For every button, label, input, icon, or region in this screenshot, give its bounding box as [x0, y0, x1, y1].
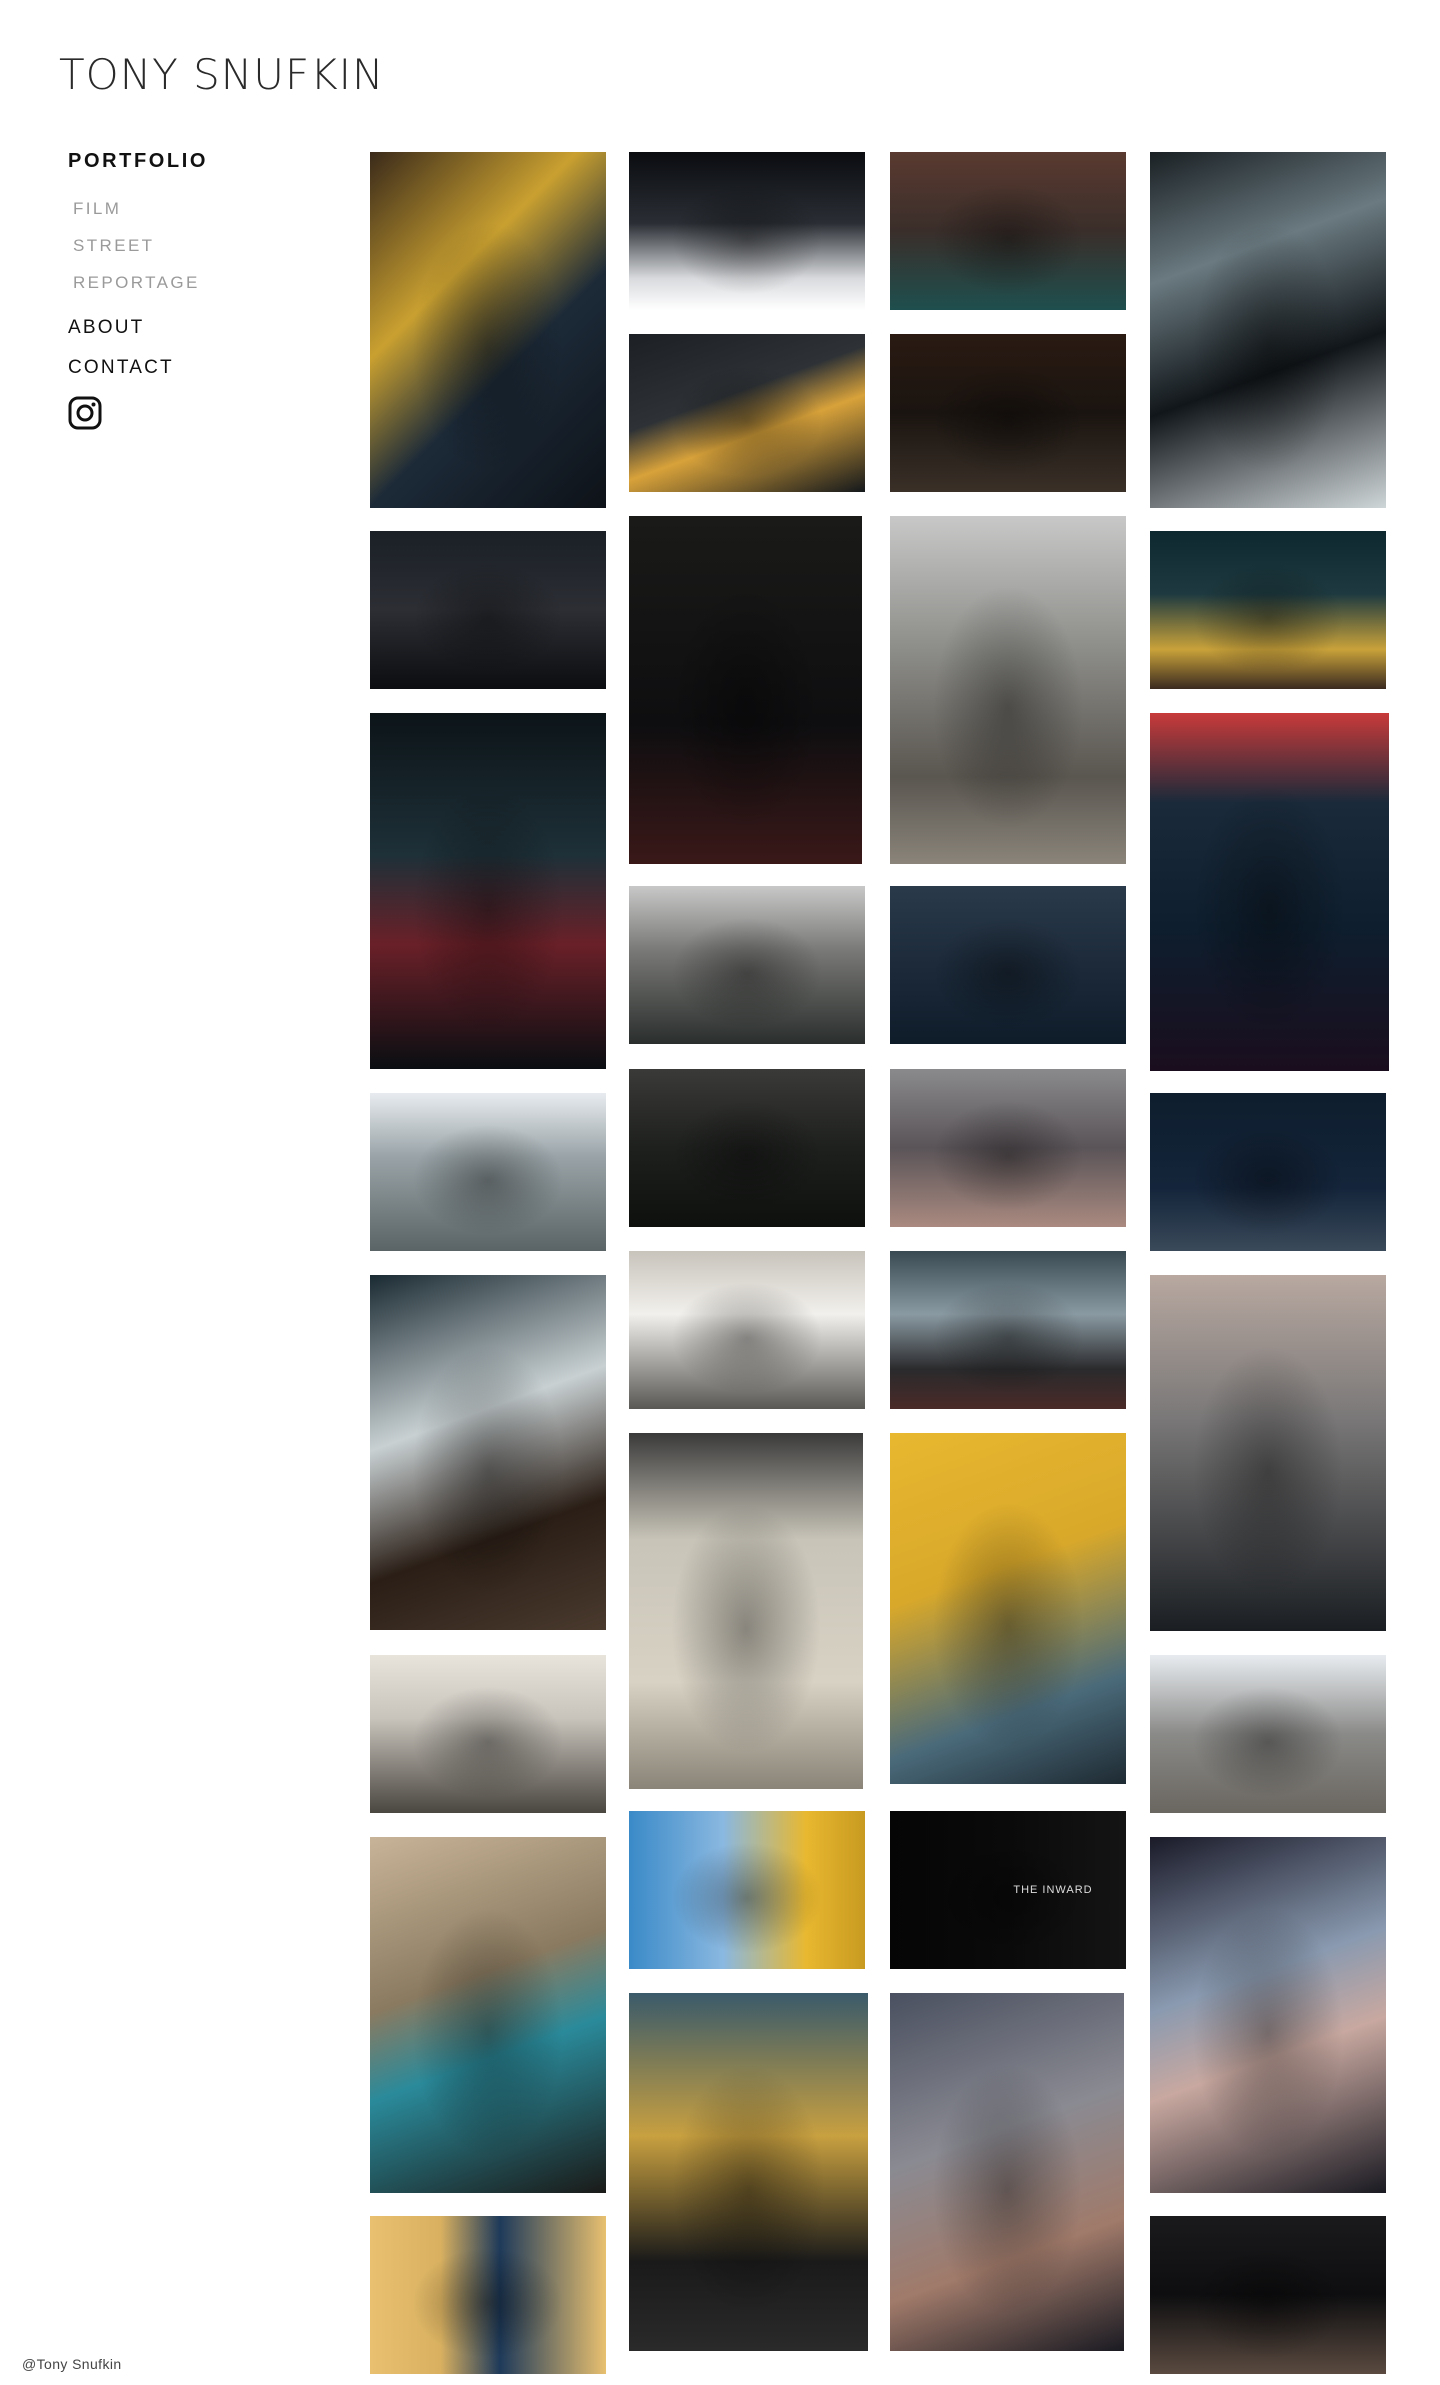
photo-overlay — [890, 1251, 1126, 1409]
photo-overlay — [370, 2216, 606, 2374]
nav-portfolio[interactable]: PORTFOLIO — [68, 150, 208, 173]
photo-woman-station[interactable] — [890, 1251, 1126, 1409]
photo-traders-only[interactable] — [629, 886, 865, 1044]
photo-overlay — [370, 713, 606, 1069]
photo-overlay — [1150, 531, 1386, 689]
photo-overlay — [370, 1655, 606, 1813]
site-logo[interactable]: TONY SNUFKIN — [59, 50, 384, 99]
photo-man-reading[interactable] — [629, 1251, 865, 1409]
instagram-icon[interactable] — [68, 396, 102, 430]
photo-overlay — [629, 1811, 865, 1969]
photo-long-hair-mannequin[interactable] — [890, 1993, 1124, 2351]
photo-overlay — [1150, 1655, 1386, 1813]
nav-contact[interactable]: CONTACT — [68, 357, 208, 379]
photo-woman-crosswalk[interactable] — [890, 886, 1126, 1044]
photo-shopping-cart[interactable] — [1150, 1093, 1386, 1251]
photo-overlay — [890, 1069, 1126, 1227]
nav-street[interactable]: STREET — [73, 236, 208, 256]
photo-newspaper-stacks[interactable] — [629, 1433, 863, 1789]
photo-overlay — [370, 1275, 606, 1630]
photo-inquirer-tram[interactable] — [890, 1433, 1126, 1784]
instagram-icon-svg — [68, 396, 102, 430]
nav-film[interactable]: FILM — [73, 199, 208, 219]
photo-overlay — [629, 334, 865, 492]
photo-old-man-hat[interactable] — [1150, 1275, 1386, 1631]
photo-man-rain-window[interactable] — [890, 152, 1126, 310]
photo-overlay — [890, 152, 1126, 310]
photo-man-hat-night[interactable] — [370, 531, 606, 689]
footer-copyright: @Tony Snufkin — [22, 2356, 122, 2372]
photo-overlay — [890, 334, 1126, 492]
photo-overlay — [629, 1993, 868, 2351]
photo-overlay — [890, 886, 1126, 1044]
photo-overlay — [1150, 152, 1386, 508]
photo-overlay — [629, 516, 862, 864]
photo-overlay — [629, 886, 865, 1044]
photo-rain-glass-hand[interactable] — [890, 516, 1126, 864]
photo-overlay — [370, 152, 606, 508]
main-nav: PORTFOLIO FILM STREET REPORTAGE ABOUT CO… — [68, 150, 208, 379]
photo-overlay — [890, 1993, 1124, 2351]
nav-reportage[interactable]: REPORTAGE — [73, 273, 208, 293]
photo-overlay — [1150, 1093, 1386, 1251]
photo-walking-feet[interactable] — [1150, 2216, 1386, 2374]
photo-man-pole[interactable] — [629, 1993, 868, 2351]
photo-overlay — [629, 1251, 865, 1409]
photo-overlay — [1150, 1275, 1386, 1631]
photo-the-inward[interactable]: THE INWARD — [890, 1811, 1126, 1969]
photo-overlay — [629, 1069, 865, 1227]
photo-overlay — [890, 516, 1126, 864]
photo-overlay — [370, 531, 606, 689]
photo-flamingo-neon[interactable] — [629, 516, 862, 864]
photo-yellow-hat[interactable] — [629, 334, 865, 492]
photo-dark-alley[interactable] — [890, 334, 1126, 492]
photo-overlay — [890, 1433, 1126, 1784]
photo-curtain-sea[interactable] — [370, 1837, 606, 2193]
photo-caption: THE INWARD — [1013, 1884, 1093, 1896]
photo-umbrella-street[interactable] — [370, 713, 606, 1069]
photo-steps-walkers[interactable] — [1150, 1655, 1386, 1813]
photo-overlay — [1150, 1837, 1386, 2193]
photo-overlay — [370, 1837, 606, 2193]
photo-mirror-old-men[interactable] — [370, 2216, 606, 2374]
photo-mall-corridor[interactable] — [370, 1655, 606, 1813]
photo-overlay — [370, 1093, 606, 1251]
nav-about[interactable]: ABOUT — [68, 317, 208, 339]
photo-overlay — [629, 152, 865, 310]
photo-stairs[interactable] — [629, 1069, 865, 1227]
photo-woman-counter[interactable] — [629, 152, 865, 310]
photo-frosted-glass[interactable] — [890, 1069, 1126, 1227]
photo-woman-window-yellow[interactable] — [370, 152, 606, 508]
photo-woman-bus-window[interactable] — [370, 1093, 606, 1251]
photo-man-hat-walking[interactable] — [1150, 152, 1386, 508]
photo-neon-silhouette[interactable] — [1150, 713, 1389, 1071]
photo-overlay — [1150, 713, 1389, 1071]
photo-blurred-hat-man[interactable] — [1150, 1837, 1386, 2193]
photo-boy-yellow-train[interactable] — [629, 1811, 865, 1969]
photo-hallway-silhouette[interactable] — [370, 1275, 606, 1630]
photo-overlay — [629, 1433, 863, 1789]
photo-overlay — [1150, 2216, 1386, 2374]
photo-taxi-rain[interactable] — [1150, 531, 1386, 689]
